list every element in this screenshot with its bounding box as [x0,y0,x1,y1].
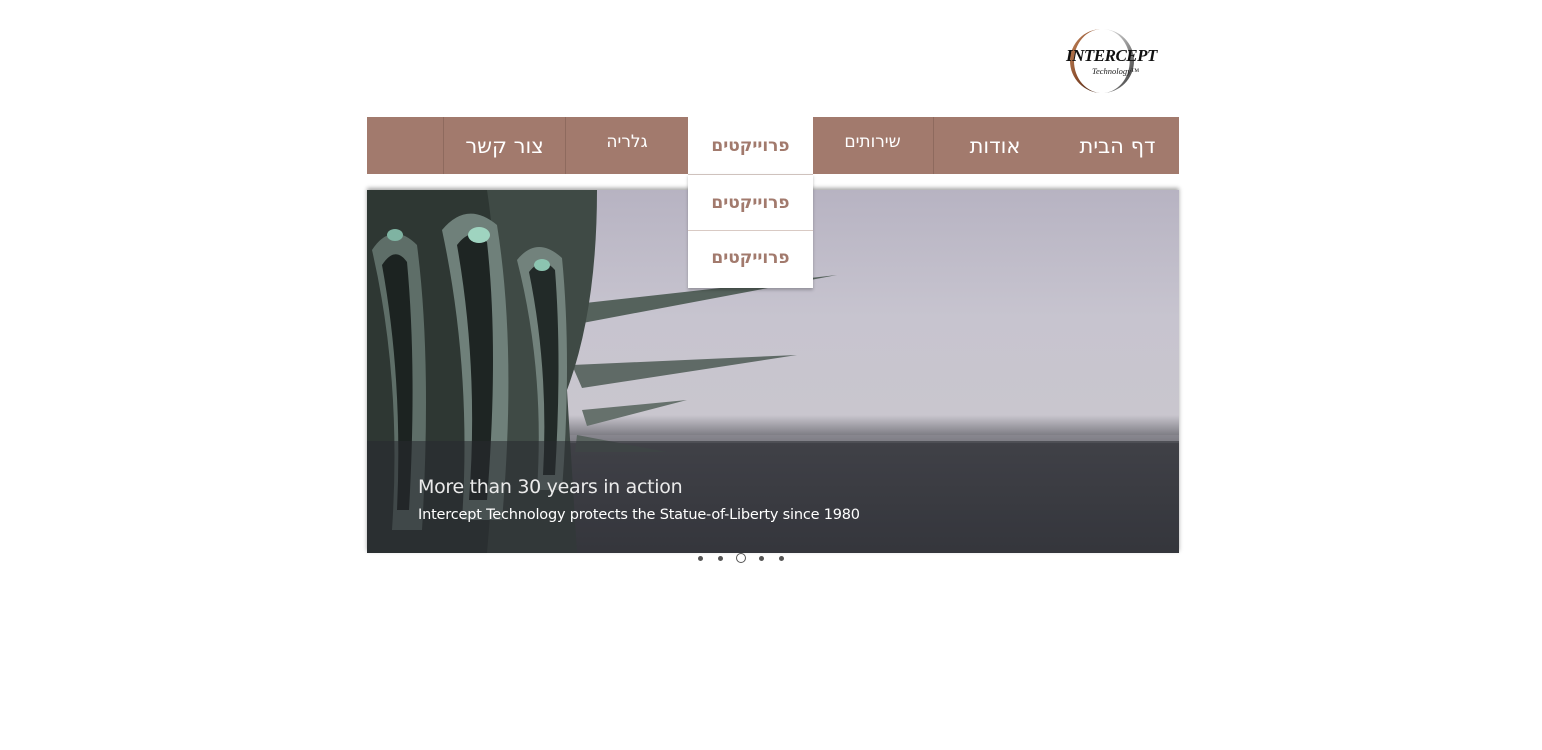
nav-item-about[interactable]: אודות [933,117,1056,174]
slide-dot[interactable] [779,556,784,561]
nav-item-gallery[interactable]: גלריה [566,117,688,174]
nav-item-label: אודות [969,133,1021,158]
nav-item-label: דף הבית [1079,133,1156,158]
slide-dot[interactable] [698,556,703,561]
nav-item-label: פרוייקטים [711,135,790,156]
dropdown-item-projects[interactable]: פרוייקטים [688,230,813,285]
projects-dropdown: פרוייקטים פרוייקטים [688,174,813,288]
nav-item-home[interactable]: דף הבית [1056,117,1179,174]
dropdown-item-projects[interactable]: פרוייקטים [688,175,813,230]
slide-dot[interactable] [718,556,723,561]
nav-item-label: שירותים [844,131,901,152]
nav-item-label: צור קשר [465,133,544,158]
slide-subtitle: Intercept Technology protects the Statue… [418,507,860,523]
dropdown-item-label: פרוייקטים [711,192,790,213]
slide-pagination [695,553,790,565]
slide-dot-active[interactable] [736,553,746,563]
intercept-logo[interactable]: INTERCEPT Technology™ [1056,27,1157,95]
main-nav: דף הבית אודות שירותים פרוייקטים גלריה צו… [367,117,1179,174]
nav-item-label: גלריה [606,131,648,152]
logo-wordmark: INTERCEPT [1066,46,1157,65]
logo-subtext: Technology™ [1092,66,1140,76]
nav-item-projects[interactable]: פרוייקטים [688,117,813,174]
slide-dot[interactable] [759,556,764,561]
nav-item-services[interactable]: שירותים [811,117,933,174]
slide-title: More than 30 years in action [418,476,683,498]
dropdown-item-label: פרוייקטים [711,248,790,268]
nav-item-contact[interactable]: צור קשר [443,117,566,174]
